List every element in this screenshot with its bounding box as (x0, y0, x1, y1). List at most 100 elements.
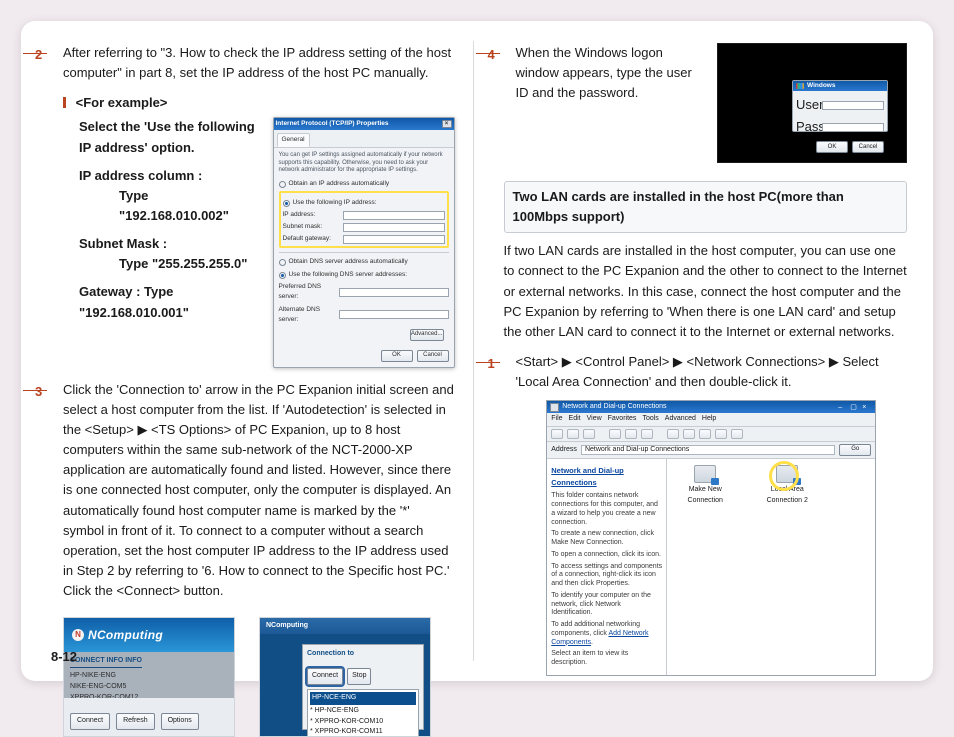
ip-input[interactable] (343, 211, 445, 220)
host-listbox[interactable]: HP-NCE-ENG * HP-NCE-ENG * XPPRO-KOR-COM1… (307, 689, 419, 737)
pass-input[interactable] (822, 123, 884, 132)
views-icon[interactable] (731, 429, 743, 439)
menu-help[interactable]: Help (702, 414, 716, 425)
example-line1: Select the 'Use the following IP address… (79, 117, 261, 157)
logon-titlebar: Windows (793, 81, 887, 91)
window-icon (550, 403, 559, 412)
minimize-icon[interactable]: – (838, 403, 848, 411)
close-icon[interactable]: × (862, 403, 872, 411)
move-icon[interactable] (667, 429, 679, 439)
host-item: * XPPRO-KOR-COM11 (310, 727, 416, 737)
radio-auto-ip[interactable]: Obtain an IP address automatically (279, 179, 449, 189)
search-icon[interactable] (609, 429, 621, 439)
left-pane-p4: To access settings and components of a c… (551, 563, 662, 589)
step-1-text: <Start> ▶ <Control Panel> ▶ <Network Con… (516, 352, 908, 392)
bottom-buttons: Connect Refresh Options (70, 713, 199, 730)
ip-col-value: Type "192.168.010.002" (119, 186, 261, 226)
example-heading: <For example> (63, 93, 455, 113)
window-body: Network and Dial-up Connections This fol… (547, 459, 875, 675)
menu-file[interactable]: File (551, 414, 562, 425)
radio-auto-dns[interactable]: Obtain DNS server address automatically (279, 257, 449, 267)
gw-label: Default gateway: (283, 234, 339, 244)
folders-icon[interactable] (625, 429, 637, 439)
two-lan-paragraph: If two LAN cards are installed in the ho… (504, 241, 908, 342)
menu-view[interactable]: View (587, 414, 602, 425)
go-button[interactable]: Go (839, 444, 871, 456)
highlight-ip-box: Use the following IP address: IP address… (279, 191, 449, 248)
make-new-connection-item[interactable]: Make New Connection (673, 465, 737, 507)
delete-icon[interactable] (699, 429, 711, 439)
stop-button[interactable]: Stop (347, 668, 371, 685)
back-icon[interactable] (551, 429, 563, 439)
up-icon[interactable] (583, 429, 595, 439)
ok-button[interactable]: OK (816, 141, 848, 153)
menu-edit[interactable]: Edit (569, 414, 581, 425)
mask-label: Subnet mask: (283, 222, 339, 232)
logon-dialog: Windows User Pass OK Cancel (792, 80, 888, 132)
cancel-button[interactable]: Cancel (417, 350, 449, 362)
left-pane-p2: To create a new connection, click Make N… (551, 530, 662, 548)
logon-screenshot: Windows User Pass OK Cancel (717, 43, 907, 163)
ip-label: IP address: (283, 210, 339, 220)
local-area-connection-item[interactable]: Local Area Connection 2 (755, 465, 819, 507)
menu-tools[interactable]: Tools (642, 414, 658, 425)
advanced-button[interactable]: Advanced... (410, 329, 444, 341)
connect-button[interactable]: Connect (70, 713, 110, 730)
left-pane-p6: To add additional networking components,… (551, 621, 662, 647)
brand-logo-icon: N (72, 629, 84, 641)
menu-favorites[interactable]: Favorites (608, 414, 637, 425)
window-titlebar: Network and Dial-up Connections – ▢ × (547, 401, 875, 413)
close-icon[interactable]: × (442, 120, 452, 128)
ok-button[interactable]: OK (381, 350, 413, 362)
left-column: 2 After referring to "3. How to check th… (21, 21, 473, 681)
copy-icon[interactable] (683, 429, 695, 439)
radio-use-dns[interactable]: Use the following DNS server addresses: (279, 270, 449, 280)
step-2-block: 2 After referring to "3. How to check th… (51, 43, 455, 368)
pass-label: Pass (796, 117, 818, 137)
conn-label: Make New Connection (673, 485, 737, 507)
mask-input[interactable] (343, 223, 445, 232)
subnet-value: Type "255.255.255.0" (119, 254, 261, 274)
radio-use-ip[interactable]: Use the following IP address: (283, 198, 445, 208)
options-button[interactable]: Options (161, 713, 199, 730)
ip-col-label: IP address column : (79, 166, 261, 186)
radio-use-ip-label: Use the following IP address: (293, 198, 377, 208)
logon-title: Windows (807, 81, 835, 91)
connect-button[interactable]: Connect (307, 668, 343, 685)
conn-label: Local Area Connection 2 (755, 485, 819, 507)
left-pane-p3: To open a connection, click its icon. (551, 551, 662, 560)
address-bar: Address Network and Dial-up Connections … (547, 442, 875, 459)
manual-page: 2 After referring to "3. How to check th… (21, 21, 933, 681)
windows-flag-icon (796, 83, 804, 89)
undo-icon[interactable] (715, 429, 727, 439)
step-3-number: 3 (35, 382, 42, 402)
cancel-button[interactable]: Cancel (852, 141, 884, 153)
tcpip-dialog-figure: Internet Protocol (TCP/IP) Properties × … (273, 117, 455, 367)
example-wrap: Select the 'Use the following IP address… (63, 117, 455, 367)
maximize-icon[interactable]: ▢ (850, 403, 860, 411)
example-text-col: Select the 'Use the following IP address… (63, 117, 261, 367)
gw-input[interactable] (343, 235, 445, 244)
tab-general[interactable]: General (277, 133, 310, 147)
step-3-screenshots: N NComputing CONNECT INFO INFO HP-NIKE-E… (63, 617, 455, 737)
forward-icon[interactable] (567, 429, 579, 439)
address-value: Network and Dial-up Connections (585, 445, 689, 456)
user-input[interactable] (822, 101, 884, 110)
dns2-label: Alternate DNS server: (279, 305, 335, 325)
dns2-input[interactable] (339, 310, 449, 319)
step-2-text: After referring to "3. How to check the … (63, 43, 455, 83)
address-field[interactable]: Network and Dial-up Connections (581, 445, 835, 455)
host-item: * XPPRO-KOR-COM10 (310, 717, 416, 728)
top-stripe: NComputing (260, 618, 430, 634)
example-heading-label: <For example> (76, 95, 168, 110)
refresh-button[interactable]: Refresh (116, 713, 155, 730)
bluebg: NComputing Connection to Connect Stop (260, 618, 430, 736)
step-1-number: 1 (488, 354, 495, 374)
dialog-tip: You can get IP settings assigned automat… (279, 152, 449, 175)
list-item: XPPRO-KOR-COM12 (70, 693, 228, 698)
step-4-text: When the Windows logon window appears, t… (516, 43, 704, 103)
dns1-input[interactable] (339, 288, 449, 297)
menu-advanced[interactable]: Advanced (665, 414, 696, 425)
dialog-body: You can get IP settings assigned automat… (274, 148, 454, 349)
history-icon[interactable] (641, 429, 653, 439)
